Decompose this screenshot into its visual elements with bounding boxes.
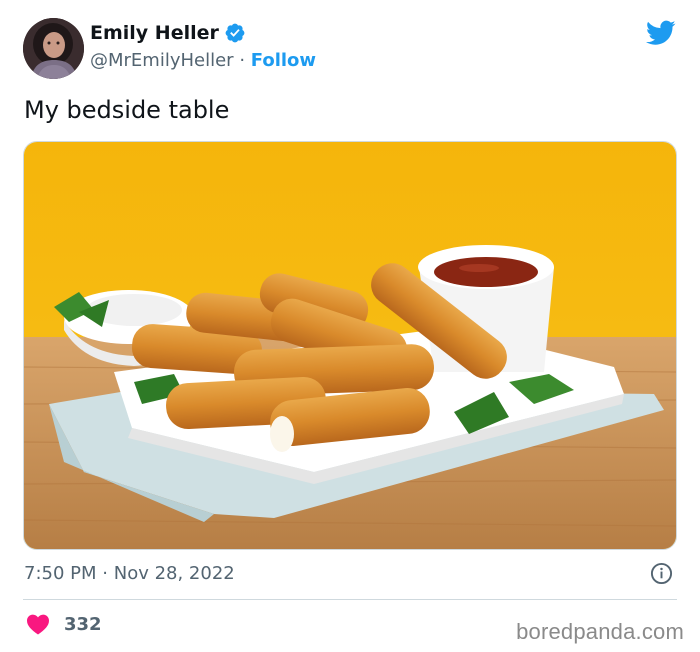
tweet-timestamp[interactable]: 7:50 PM · Nov 28, 2022 [24, 563, 235, 584]
like-action[interactable]: 332 [26, 613, 102, 635]
source-watermark: boredpanda.com [516, 619, 684, 644]
author-name-row: Emily Heller [90, 22, 246, 44]
tweet-text: My bedside table [24, 96, 230, 124]
tweet-date: Nov 28, 2022 [113, 563, 235, 584]
author-handle[interactable]: @MrEmilyHeller [90, 50, 234, 71]
separator: · [239, 50, 246, 71]
divider [23, 599, 677, 600]
author-handle-row: @MrEmilyHeller · Follow [90, 50, 316, 71]
tweet-photo[interactable] [23, 141, 677, 550]
tweet-time: 7:50 PM [24, 563, 97, 584]
author-name[interactable]: Emily Heller [90, 22, 219, 44]
avatar[interactable] [23, 18, 84, 79]
tweet-card: Emily Heller @MrEmilyHeller · Follow My … [0, 0, 700, 652]
like-count: 332 [64, 613, 102, 635]
info-icon[interactable] [650, 562, 673, 585]
twitter-bird-icon[interactable] [646, 20, 676, 46]
heart-icon[interactable] [26, 613, 50, 635]
follow-button[interactable]: Follow [251, 50, 316, 71]
separator: · [102, 563, 108, 584]
verified-badge-icon [225, 23, 245, 43]
